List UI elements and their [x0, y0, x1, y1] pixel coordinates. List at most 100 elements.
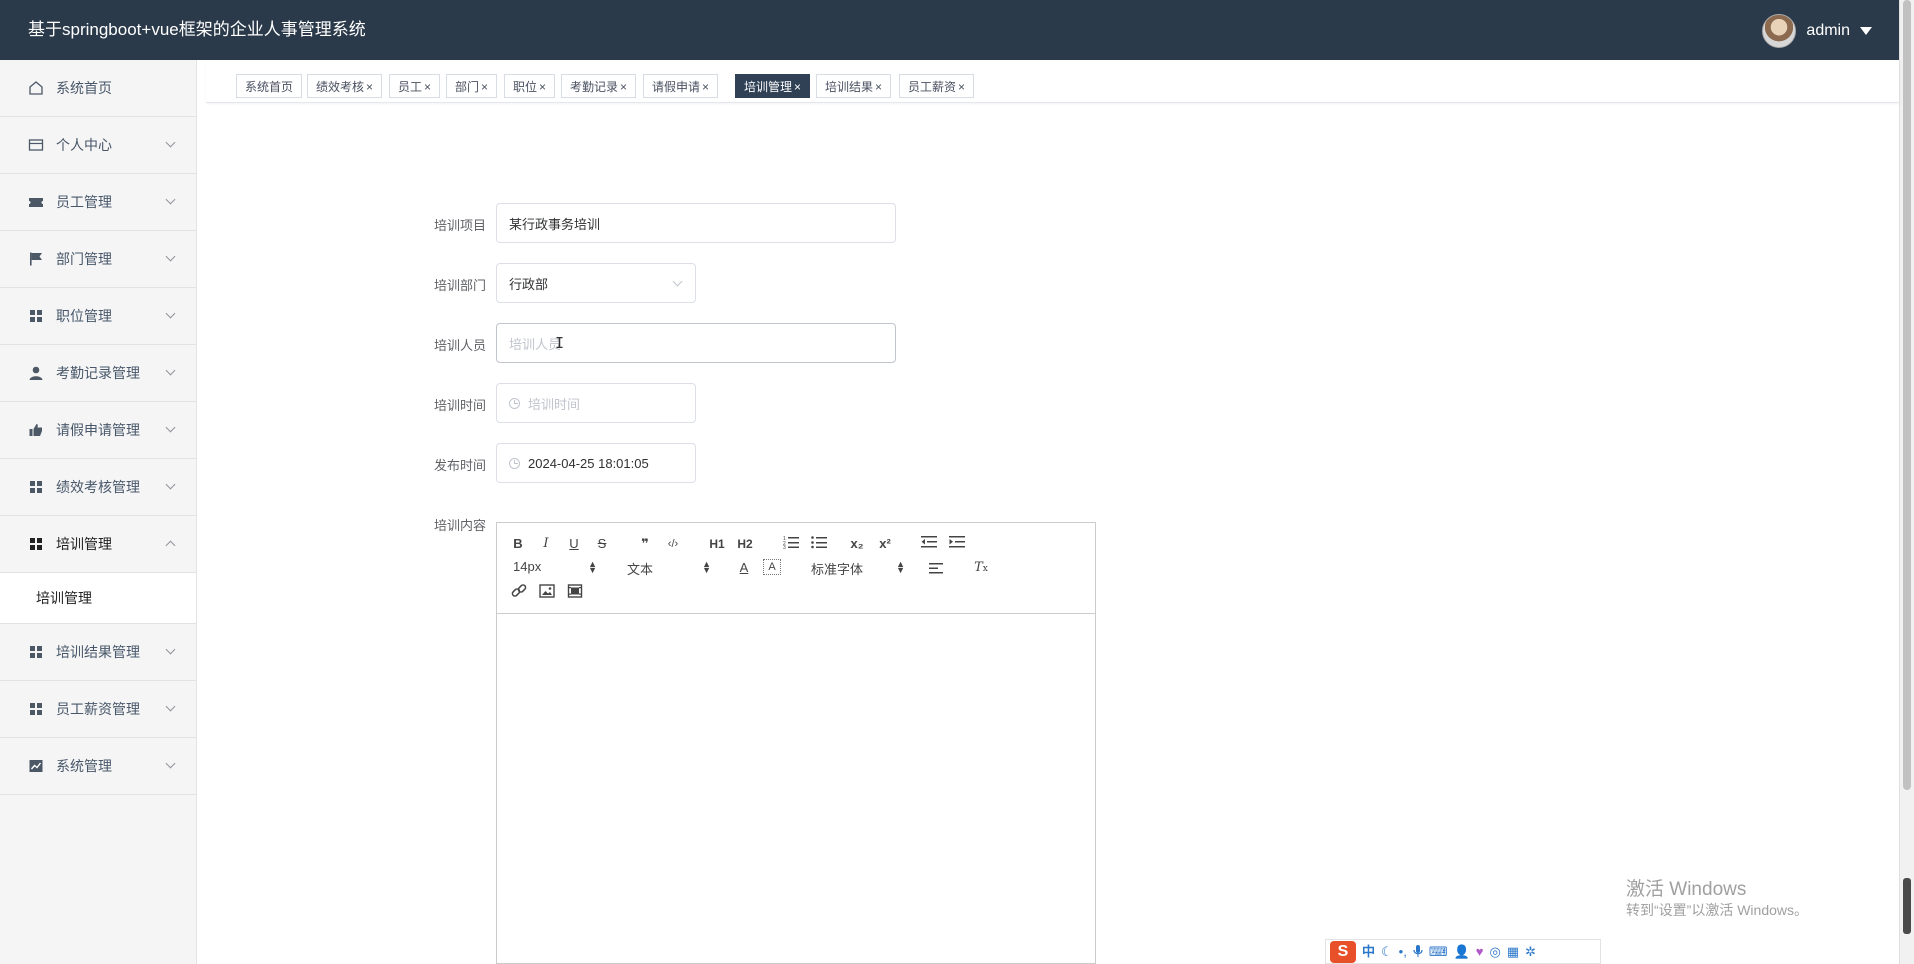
settings-icon[interactable]: ✲ [1525, 945, 1536, 958]
close-icon[interactable]: × [620, 80, 627, 94]
chevron-down-icon [165, 194, 176, 205]
tag-label: 员工薪资 [908, 80, 957, 94]
code-block-button[interactable]: ‹/› [663, 535, 683, 553]
time-picker[interactable]: 培训时间 [496, 383, 696, 423]
sidebar-item-departments[interactable]: 部门管理 [0, 231, 196, 288]
microphone-icon[interactable] [1413, 944, 1423, 960]
sidebar-item-employees[interactable]: 员工管理 [0, 174, 196, 231]
sidebar-item-salary[interactable]: 员工薪资管理 [0, 681, 196, 738]
sogou-logo-icon[interactable]: S [1330, 940, 1356, 963]
sidebar-item-positions[interactable]: 职位管理 [0, 288, 196, 345]
tag-leave[interactable]: 请假申请 × [643, 74, 719, 98]
tag-training-active[interactable]: 培训管理 × [735, 74, 811, 98]
image-icon[interactable] [539, 584, 555, 602]
moon-icon[interactable]: ☾ [1381, 945, 1393, 958]
ordered-list-icon[interactable]: 123 [783, 535, 799, 553]
tag-position[interactable]: 职位 × [504, 74, 556, 98]
tags-view: 系统首页 绩效考核 × 员工 × 部门 × 职位 × 考勤记录 × 请假申请 × 培训管理 ×… [206, 60, 1900, 103]
people-input-placeholder: 培训人员 [509, 336, 562, 352]
flag-icon [28, 251, 44, 267]
blockquote-button[interactable]: ❞ [637, 535, 653, 553]
sidebar: 系统首页 个人中心 员工管理 部门管理 职位管理 考勤记录管理 请假申请管理 绩… [0, 60, 197, 964]
underline-button[interactable]: U [567, 535, 581, 553]
h1-button[interactable]: H1 [707, 535, 727, 553]
tag-employee[interactable]: 员工 × [389, 74, 441, 98]
tag-training-results[interactable]: 培训结果 × [816, 74, 892, 98]
game-icon[interactable]: ◎ [1490, 945, 1501, 958]
keyboard-icon[interactable]: ⌨ [1429, 945, 1448, 958]
publish-time-picker[interactable]: 2024-04-25 18:01:05 [496, 443, 696, 483]
clean-x-icon: x [982, 564, 988, 574]
dept-select[interactable]: 行政部 [496, 263, 696, 303]
close-icon[interactable]: × [424, 80, 431, 94]
user-icon[interactable]: 👤 [1454, 945, 1470, 958]
h2-button[interactable]: H2 [735, 535, 755, 553]
sidebar-item-system[interactable]: 系统管理 [0, 738, 196, 795]
ime-mode-label[interactable]: 中 [1362, 945, 1375, 958]
bullet-list-icon[interactable] [811, 535, 827, 553]
superscript-button[interactable]: x² [877, 535, 893, 553]
close-icon[interactable]: × [539, 80, 546, 94]
sidebar-item-label: 考勤记录管理 [56, 365, 140, 381]
user-menu[interactable]: admin [1762, 14, 1872, 48]
clean-format-button[interactable]: Tx [973, 559, 989, 577]
block-type-select[interactable]: 文本 ▲ ▼ [627, 559, 711, 578]
ime-toolbar[interactable]: S 中 ☾ •, ⌨ 👤 ♥ ◎ ▦ ✲ [1325, 939, 1601, 964]
close-icon[interactable]: × [702, 80, 709, 94]
windows-activation-title: 激活 Windows [1626, 879, 1747, 900]
close-icon[interactable]: × [481, 80, 488, 94]
close-icon[interactable]: × [366, 80, 373, 94]
id-card-icon [28, 137, 44, 153]
sidebar-item-performance[interactable]: 绩效考核管理 [0, 459, 196, 516]
close-icon[interactable]: × [958, 80, 965, 94]
tag-attendance[interactable]: 考勤记录 × [561, 74, 637, 98]
apps-icon[interactable]: ▦ [1507, 945, 1519, 958]
font-family-select[interactable]: 标准字体 ▲ ▼ [811, 559, 905, 578]
sidebar-item-training[interactable]: 培训管理 [0, 516, 196, 573]
sidebar-item-label: 员工管理 [56, 194, 112, 210]
avatar[interactable] [1762, 14, 1797, 48]
scrollbar-thumb[interactable] [1903, 0, 1911, 790]
tag-home[interactable]: 系统首页 [236, 74, 303, 98]
strike-button[interactable]: S [595, 535, 609, 553]
subscript-button[interactable]: x₂ [849, 535, 865, 553]
font-size-value: 14px [513, 559, 542, 574]
link-icon[interactable] [511, 584, 527, 602]
editor-content-area[interactable] [497, 614, 1095, 964]
indent-icon[interactable] [949, 535, 965, 553]
align-icon[interactable] [929, 561, 943, 579]
submenu-item-training[interactable]: 培训管理 [0, 573, 196, 624]
grid-icon [28, 701, 44, 717]
tag-label: 员工 [398, 80, 423, 94]
tag-salary[interactable]: 员工薪资 × [899, 74, 975, 98]
close-icon[interactable]: × [794, 80, 801, 94]
people-input[interactable]: 培训人员 I [496, 323, 896, 363]
tag-performance[interactable]: 绩效考核 × [307, 74, 383, 98]
svg-text:3: 3 [783, 545, 786, 549]
skin-icon[interactable]: ♥ [1476, 945, 1484, 958]
chevron-down-icon [672, 276, 683, 287]
windows-activation-hint: 转到“设置”以激活 Windows。 [1626, 902, 1809, 918]
project-input[interactable]: 某行政事务培训 [496, 203, 896, 243]
sidebar-item-home[interactable]: 系统首页 [0, 60, 196, 117]
italic-button[interactable]: I [539, 535, 553, 553]
bold-button[interactable]: B [511, 535, 525, 553]
grid-icon [28, 644, 44, 660]
sidebar-item-attendance[interactable]: 考勤记录管理 [0, 345, 196, 402]
punctuation-icon[interactable]: •, [1399, 945, 1407, 958]
video-icon[interactable] [567, 584, 583, 602]
caret-down-icon[interactable] [1860, 27, 1872, 35]
bg-color-button[interactable]: A [763, 559, 781, 575]
clock-icon [509, 397, 520, 409]
font-color-button[interactable]: A [737, 559, 751, 577]
user-name[interactable]: admin [1806, 22, 1850, 40]
outdent-icon[interactable] [921, 535, 937, 553]
tag-department[interactable]: 部门 × [446, 74, 498, 98]
sidebar-item-personal[interactable]: 个人中心 [0, 117, 196, 174]
sidebar-item-leave[interactable]: 请假申请管理 [0, 402, 196, 459]
page-scrollbar[interactable] [1899, 0, 1914, 964]
sidebar-item-training-results[interactable]: 培训结果管理 [0, 624, 196, 681]
font-size-select[interactable]: 14px ▲ ▼ [513, 559, 597, 577]
tag-label: 考勤记录 [570, 80, 619, 94]
close-icon[interactable]: × [875, 80, 882, 94]
